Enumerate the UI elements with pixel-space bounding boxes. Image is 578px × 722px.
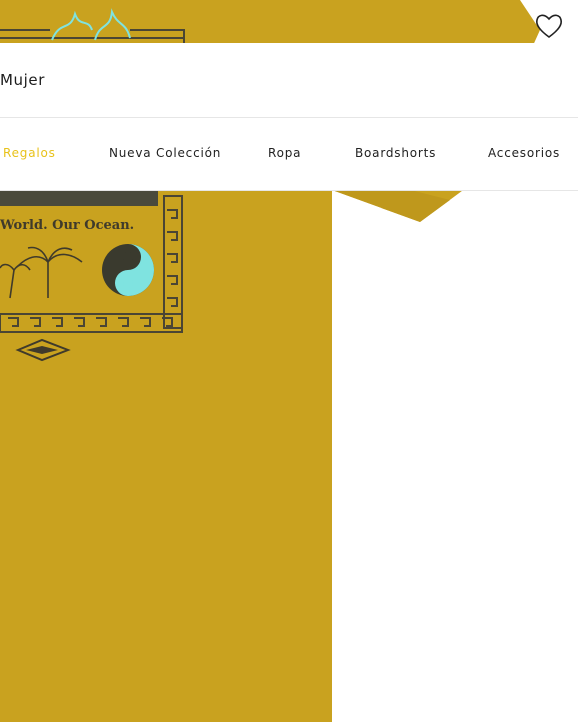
page-title: Mujer <box>0 71 46 89</box>
nav-item-nueva-coleccion[interactable]: Nueva Colección <box>109 146 221 160</box>
nav-item-boardshorts[interactable]: Boardshorts <box>355 146 436 160</box>
print-text: World. Our Ocean. <box>0 218 134 233</box>
header-bar <box>0 43 578 118</box>
nav-item-ropa[interactable]: Ropa <box>268 146 301 160</box>
favorite-button[interactable] <box>534 12 564 40</box>
print-yinyang <box>102 244 154 296</box>
nav-item-regalos[interactable]: Regalos <box>3 146 56 160</box>
heart-outline-icon <box>535 14 563 38</box>
nav-item-accesorios[interactable]: Accesorios <box>488 146 560 160</box>
